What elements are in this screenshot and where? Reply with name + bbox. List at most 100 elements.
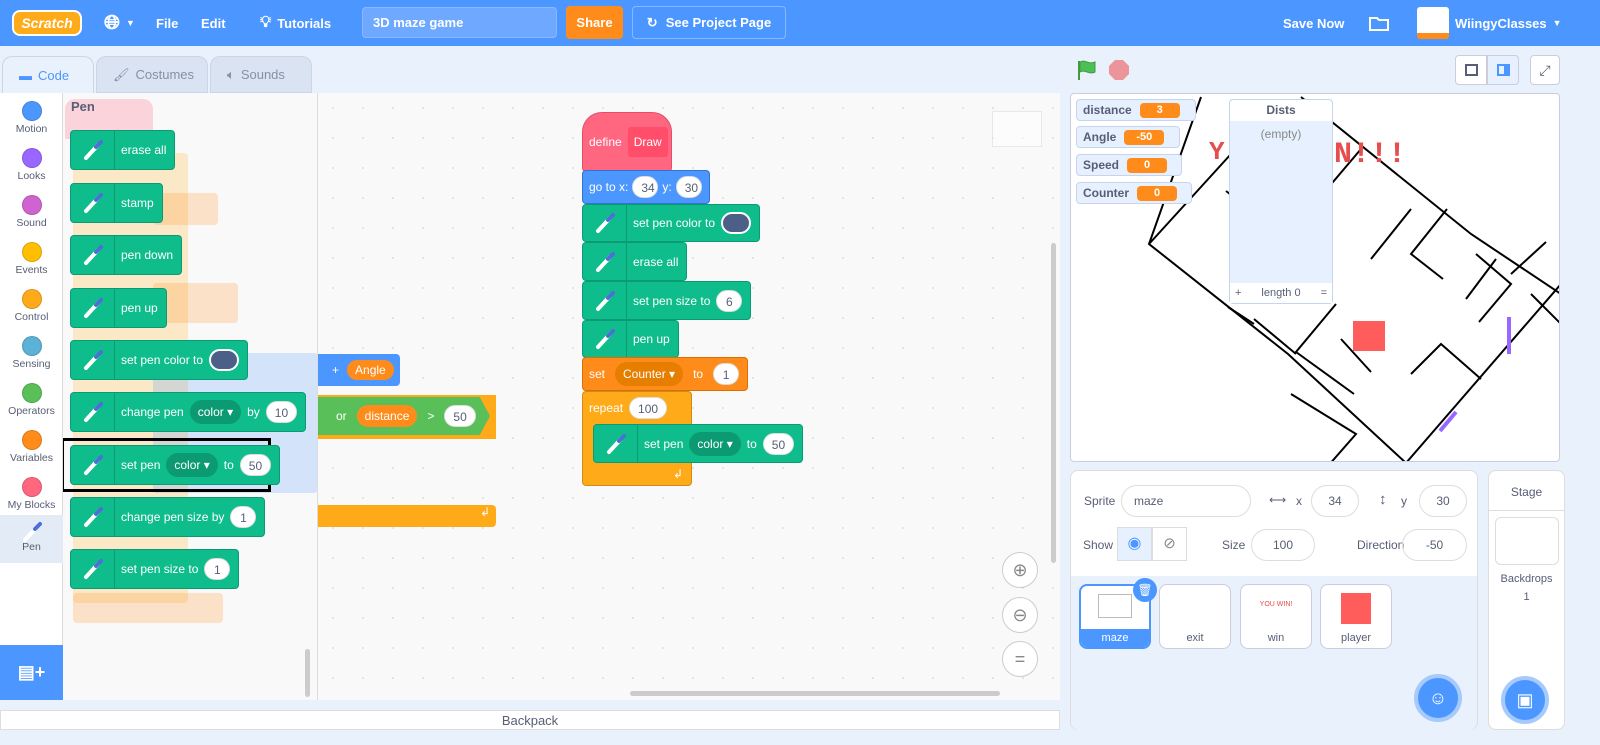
y-input[interactable]: 30 bbox=[675, 176, 702, 198]
pen-param-dropdown[interactable]: color ▾ bbox=[166, 453, 218, 477]
monitor-angle[interactable]: Angle -50 bbox=[1076, 126, 1180, 148]
my-stuff-folder-icon[interactable] bbox=[1368, 0, 1390, 46]
set-variable-block[interactable]: set Counter ▾ to 1 bbox=[582, 357, 749, 391]
show-sprite-button[interactable]: ◉ bbox=[1117, 527, 1152, 561]
palette-block-stamp[interactable]: stamp bbox=[70, 183, 163, 223]
stage-canvas[interactable]: Y N!!! distance 3 Angle -50 Speed 0 Counter… bbox=[1070, 93, 1560, 462]
go-to-xy-block[interactable]: go to x: 34 y: 30 bbox=[582, 170, 710, 204]
number-input[interactable]: 1 bbox=[204, 558, 231, 580]
set-pen-param-block[interactable]: set pen color ▾ to 50 bbox=[593, 424, 804, 463]
sprite-tile-win[interactable]: YOU WIN! win bbox=[1240, 584, 1312, 649]
green-flag-icon[interactable] bbox=[1075, 59, 1097, 84]
pen-up-block[interactable]: pen up bbox=[582, 320, 679, 358]
sprite-name-input[interactable]: maze bbox=[1121, 485, 1251, 517]
share-button[interactable]: Share bbox=[566, 6, 623, 39]
color-picker-input[interactable] bbox=[721, 212, 752, 234]
language-menu[interactable]: 🌐︎ ▼ bbox=[104, 0, 135, 46]
x-input[interactable]: 34 bbox=[1311, 485, 1359, 517]
palette-block-pen-up[interactable]: pen up bbox=[70, 288, 167, 328]
size-input[interactable]: 100 bbox=[1251, 529, 1315, 561]
monitor-counter[interactable]: Counter 0 bbox=[1076, 182, 1192, 204]
category-sound[interactable]: Sound bbox=[0, 191, 63, 238]
palette-block-change-pen-size[interactable]: change pen size by 1 bbox=[70, 497, 266, 537]
erase-all-block[interactable]: erase all bbox=[582, 242, 688, 281]
backpack[interactable]: Backpack bbox=[0, 710, 1060, 730]
palette-block-change-pen[interactable]: change pen color ▾ by 10 bbox=[70, 392, 307, 432]
or-boolean-block[interactable]: or distance >50 bbox=[318, 397, 490, 435]
category-events[interactable]: Events bbox=[0, 238, 63, 285]
color-picker-input[interactable] bbox=[209, 349, 240, 371]
list-monitor-dists[interactable]: Dists (empty) + length 0 = bbox=[1229, 99, 1333, 304]
list-add-button[interactable]: + bbox=[1235, 287, 1241, 299]
stage-selector[interactable]: Stage Backdrops 1 ▣ bbox=[1488, 470, 1565, 730]
number-input[interactable]: 50 bbox=[444, 405, 476, 427]
see-project-page-button[interactable]: ↻ See Project Page bbox=[632, 6, 786, 39]
category-variables[interactable]: Variables bbox=[0, 426, 63, 473]
number-input[interactable]: 100 bbox=[629, 397, 668, 419]
edit-menu[interactable]: Edit bbox=[201, 0, 226, 46]
choose-sprite-button[interactable]: ☺ bbox=[1414, 674, 1462, 722]
palette-block-erase-all[interactable]: erase all bbox=[70, 130, 176, 170]
list-resize-handle[interactable]: = bbox=[1321, 287, 1327, 299]
tab-costumes[interactable]: 🖌︎ Costumes bbox=[96, 56, 208, 93]
sprite-tile-player[interactable]: player bbox=[1320, 584, 1392, 649]
account-menu[interactable]: WiingyClasses ▼ bbox=[1417, 0, 1562, 46]
small-stage-button[interactable] bbox=[1455, 55, 1487, 85]
define-draw-block[interactable]: define Draw bbox=[582, 112, 672, 172]
scratch-logo[interactable]: Scratch bbox=[12, 10, 82, 36]
set-pen-color-block[interactable]: set pen color to bbox=[582, 204, 761, 242]
add-extension-button[interactable]: ▤+ bbox=[0, 645, 63, 700]
project-title-input[interactable]: 3D maze game bbox=[362, 7, 557, 38]
zoom-reset-button[interactable]: = bbox=[1002, 641, 1038, 677]
category-control[interactable]: Control bbox=[0, 285, 63, 332]
zoom-out-button[interactable]: ⊖ bbox=[1002, 597, 1038, 633]
number-input[interactable]: 1 bbox=[230, 506, 257, 528]
palette-block-set-pen-color[interactable]: set pen color to bbox=[70, 340, 249, 380]
angle-reporter[interactable]: Angle bbox=[347, 360, 394, 380]
fullscreen-button[interactable]: ⤢ bbox=[1530, 55, 1560, 85]
palette-block-set-pen[interactable]: set pen color ▾ to 50 bbox=[70, 445, 281, 485]
file-menu[interactable]: File bbox=[156, 0, 178, 46]
block-label: set pen color to bbox=[633, 216, 716, 230]
distance-reporter[interactable]: distance bbox=[356, 405, 418, 427]
palette-block-pen-down[interactable]: pen down bbox=[70, 235, 183, 275]
sprite-tile-maze[interactable]: maze 🗑︎ bbox=[1079, 578, 1157, 649]
category-pen[interactable]: Pen bbox=[0, 515, 63, 563]
palette-block-set-pen-size[interactable]: set pen size to 1 bbox=[70, 549, 240, 589]
pen-param-dropdown[interactable]: color ▾ bbox=[189, 400, 242, 424]
workspace-vertical-scrollbar[interactable] bbox=[1051, 243, 1056, 563]
script-workspace[interactable]: + Angle or distance >50 ↲ define Draw go to … bbox=[318, 93, 1060, 700]
save-now-button[interactable]: Save Now bbox=[1283, 0, 1344, 46]
category-looks[interactable]: Looks bbox=[0, 144, 63, 191]
delete-sprite-button[interactable]: 🗑︎ bbox=[1133, 578, 1157, 602]
category-operators[interactable]: Operators bbox=[0, 379, 63, 426]
stop-icon[interactable] bbox=[1108, 59, 1130, 84]
category-my-blocks[interactable]: My Blocks bbox=[0, 473, 63, 520]
direction-input[interactable]: -50 bbox=[1402, 529, 1467, 561]
number-input[interactable]: 50 bbox=[239, 454, 272, 476]
background-reporter-block[interactable]: + Angle bbox=[318, 354, 400, 386]
number-input[interactable]: 50 bbox=[762, 432, 795, 455]
monitor-speed[interactable]: Speed 0 bbox=[1076, 154, 1182, 176]
category-motion[interactable]: Motion bbox=[0, 97, 63, 144]
palette-scrollbar[interactable] bbox=[305, 649, 310, 697]
x-input[interactable]: 34 bbox=[632, 176, 659, 198]
set-pen-size-block[interactable]: set pen size to 6 bbox=[582, 281, 752, 320]
choose-backdrop-button[interactable]: ▣ bbox=[1501, 676, 1549, 724]
sprite-tile-exit[interactable]: exit bbox=[1159, 584, 1231, 649]
tab-sounds[interactable]: 🔈︎ Sounds bbox=[210, 56, 312, 93]
pen-param-dropdown[interactable]: color ▾ bbox=[689, 431, 741, 456]
tutorials-button[interactable]: 💡︎ Tutorials bbox=[260, 0, 331, 46]
variable-dropdown[interactable]: Counter ▾ bbox=[615, 362, 684, 386]
number-input[interactable]: 10 bbox=[265, 401, 298, 423]
category-sensing[interactable]: Sensing bbox=[0, 332, 63, 379]
hide-sprite-button[interactable]: ⊘ bbox=[1152, 527, 1187, 561]
workspace-horizontal-scrollbar[interactable] bbox=[630, 691, 1000, 696]
y-input[interactable]: 30 bbox=[1419, 485, 1467, 517]
zoom-in-button[interactable]: ⊕ bbox=[1002, 552, 1038, 588]
number-input[interactable]: 6 bbox=[716, 289, 743, 312]
monitor-distance[interactable]: distance 3 bbox=[1076, 99, 1196, 121]
tab-code[interactable]: ▬ Code bbox=[2, 56, 94, 93]
number-input[interactable]: 1 bbox=[713, 363, 740, 385]
large-stage-button[interactable] bbox=[1487, 55, 1519, 85]
